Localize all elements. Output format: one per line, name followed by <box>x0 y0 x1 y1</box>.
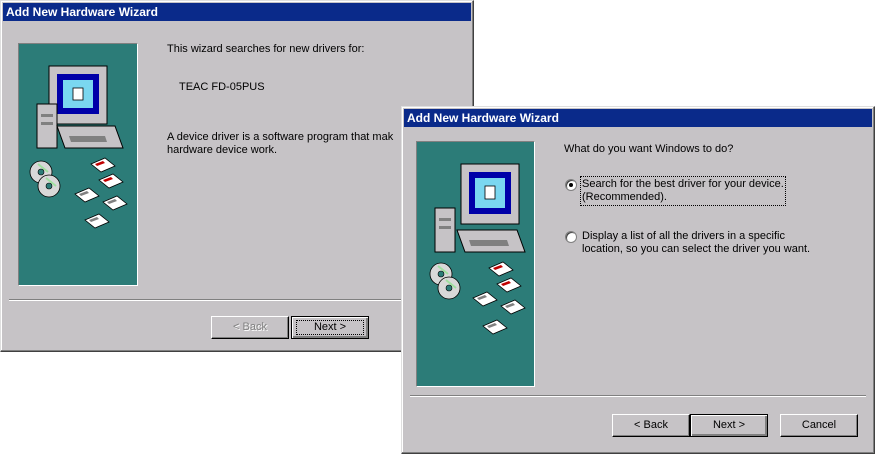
cancel-button-label: Cancel <box>801 419 837 431</box>
title-bar-front[interactable]: Add New Hardware Wizard <box>404 109 872 127</box>
back-button[interactable]: < Back <box>612 414 690 437</box>
option1-line2: (Recommended). <box>582 191 667 203</box>
radio-search-best-driver[interactable] <box>565 179 577 191</box>
option2-line1: Display a list of all the drivers in a s… <box>582 230 785 242</box>
option-display-driver-list[interactable]: Display a list of all the drivers in a s… <box>582 230 810 256</box>
title-bar-back[interactable]: Add New Hardware Wizard <box>3 3 471 21</box>
next-button-label: Next > <box>712 419 746 431</box>
driver-description-line2: hardware device work. <box>167 144 278 156</box>
wizard-image-panel-front <box>416 141 535 387</box>
cancel-button[interactable]: Cancel <box>780 414 858 437</box>
driver-description-line1: A device driver is a software program th… <box>167 131 394 143</box>
option-search-best-driver[interactable]: Search for the best driver for your devi… <box>580 176 786 206</box>
separator-back <box>9 299 465 301</box>
back-button-label: < Back <box>634 419 668 431</box>
wizard-image-panel-back <box>18 43 138 286</box>
option1-line1: Search for the best driver for your devi… <box>582 178 784 190</box>
device-name: TEAC FD-05PUS <box>179 81 265 93</box>
separator-front <box>410 395 866 397</box>
focus-rectangle <box>296 320 364 335</box>
wizard-window-front: Add New Hardware Wizard What do you want… <box>401 106 875 454</box>
wizard-intro-text: This wizard searches for new drivers for… <box>167 43 365 55</box>
next-button[interactable]: Next > <box>690 414 768 437</box>
floppy-disk-icon <box>74 157 128 229</box>
back-button-disabled[interactable]: < Back <box>211 316 289 339</box>
floppy-disk-icon <box>472 261 526 335</box>
next-button-back-window[interactable]: Next > <box>291 316 369 339</box>
wizard-question: What do you want Windows to do? <box>564 143 734 155</box>
radio-display-driver-list[interactable] <box>565 231 577 243</box>
option2-line2: location, so you can select the driver y… <box>582 243 811 255</box>
